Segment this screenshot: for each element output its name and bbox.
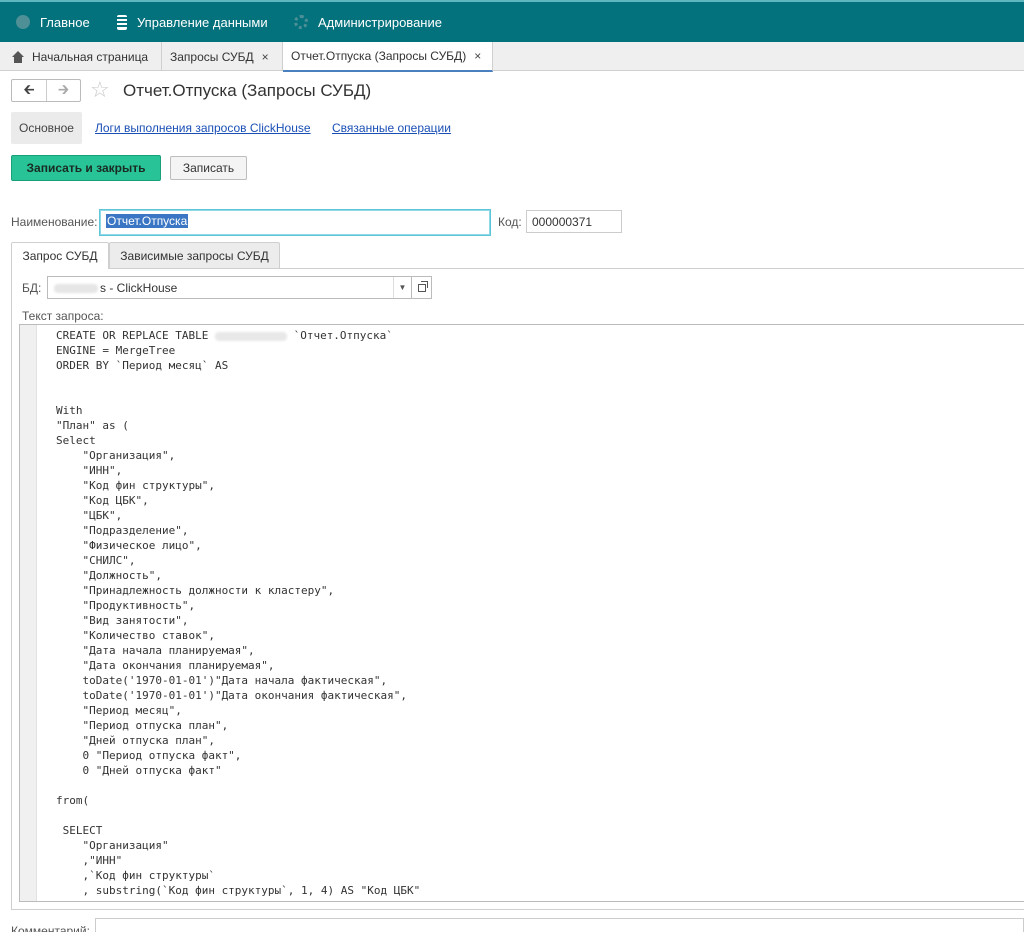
code-line: toDate('1970-01-01')"Дата окончания факт… <box>56 689 407 702</box>
close-icon[interactable]: × <box>474 49 481 63</box>
editor-gutter <box>20 325 37 901</box>
top-menu-bar: Главное Управление данными Администриров… <box>0 0 1024 42</box>
code-line: "ИНН", <box>56 464 123 477</box>
tab-home[interactable]: Начальная страница <box>0 42 162 71</box>
query-text: CREATE OR REPLACE TABLE `Отчет.Отпуска` … <box>56 328 420 898</box>
open-icon[interactable] <box>412 276 432 299</box>
menu-item-label: Администрирование <box>318 14 442 30</box>
code-line: "Организация" <box>56 839 169 852</box>
code-line: "Дней отпуска план", <box>56 734 215 747</box>
code-line: "Количество ставок", <box>56 629 215 642</box>
redacted-text <box>54 284 98 294</box>
code-line: Select <box>56 434 96 447</box>
page-title: Отчет.Отпуска (Запросы СУБД) <box>123 81 372 100</box>
code-line: ENGINE = MergeTree <box>56 344 176 357</box>
tab-dbms-queries[interactable]: Запросы СУБД × <box>162 42 283 71</box>
home-circle-icon <box>16 15 30 29</box>
code-line: "Период отпуска план", <box>56 719 229 732</box>
redacted-text <box>214 331 287 341</box>
tab-dependent-queries[interactable]: Зависимые запросы СУБД <box>109 242 280 268</box>
code-line: "Код ЦБК", <box>56 494 149 507</box>
gear-icon <box>294 15 308 29</box>
code-line: "Вид занятости", <box>56 614 189 627</box>
code-line: "План" as ( <box>56 419 129 432</box>
code-line: With <box>56 404 83 417</box>
menu-item-label: Главное <box>40 14 90 30</box>
query-text-editor[interactable]: CREATE OR REPLACE TABLE `Отчет.Отпуска` … <box>19 324 1024 902</box>
link-related-operations[interactable]: Связанные операции <box>332 121 451 135</box>
code-line: "Физическое лицо", <box>56 539 202 552</box>
save-button[interactable]: Записать <box>170 156 247 180</box>
code-line: "Продуктивность", <box>56 599 196 612</box>
name-label: Наименование: <box>11 215 98 229</box>
open-tabs-bar: Начальная страница Запросы СУБД × Отчет.… <box>0 42 1024 72</box>
code-line: ,"ИНН" <box>56 854 123 867</box>
code-line-suffix: `Отчет.Отпуска` <box>286 329 393 342</box>
code-line: , substring(`Код фин структуры`, 1, 4) A… <box>56 884 421 897</box>
code-line: "Код фин структуры", <box>56 479 215 492</box>
menu-item-label: Управление данными <box>137 14 268 30</box>
query-text-label: Текст запроса: <box>22 309 104 323</box>
forward-arrow-icon[interactable]: 🡲 <box>45 80 80 101</box>
code-line: "Принадлежность должности к кластеру", <box>56 584 335 597</box>
db-label: БД: <box>22 281 42 295</box>
tab-label: Запросы СУБД <box>170 49 254 64</box>
code-line: "Должность", <box>56 569 162 582</box>
code-line: "ЦБК", <box>56 509 123 522</box>
menu-item-main[interactable]: Главное <box>16 2 90 42</box>
database-icon <box>117 14 127 30</box>
code-line: toDate('1970-01-01')"Дата начала фактиче… <box>56 674 388 687</box>
star-icon[interactable]: ☆ <box>90 78 110 102</box>
code-line: "Период месяц", <box>56 704 182 717</box>
code-line: ,`Код фин структуры` <box>56 869 215 882</box>
code-field[interactable]: 000000371 <box>526 210 622 233</box>
navigation-buttons: 🡰 🡲 <box>11 79 81 102</box>
tab-label: Отчет.Отпуска (Запросы СУБД) <box>291 49 467 63</box>
menu-item-data-management[interactable]: Управление данными <box>117 2 268 42</box>
code-line: "Дата начала планируемая", <box>56 644 255 657</box>
name-value: Отчет.Отпуска <box>106 214 189 228</box>
code-line: 0 "Дней отпуска факт" <box>56 764 222 777</box>
comment-field[interactable] <box>95 918 1024 932</box>
back-arrow-icon[interactable]: 🡰 <box>12 80 46 101</box>
code-line: "СНИЛС", <box>56 554 136 567</box>
link-clickhouse-logs[interactable]: Логи выполнения запросов ClickHouse <box>95 121 311 135</box>
code-line: ORDER BY `Период месяц` AS <box>56 359 229 372</box>
db-value: s - ClickHouse <box>100 281 178 295</box>
tab-report-vacations[interactable]: Отчет.Отпуска (Запросы СУБД) × <box>283 42 493 72</box>
menu-item-administration[interactable]: Администрирование <box>294 2 442 42</box>
section-main[interactable]: Основное <box>11 112 82 144</box>
db-select[interactable]: s - ClickHouse ▼ <box>47 276 412 299</box>
code-line: from( <box>56 794 90 807</box>
name-field[interactable]: Отчет.Отпуска <box>99 209 491 236</box>
code-line: "Дата окончания планируемая", <box>56 659 275 672</box>
code-line: CREATE OR REPLACE TABLE <box>56 329 215 342</box>
code-label: Код: <box>498 215 522 229</box>
code-line: "Организация", <box>56 449 176 462</box>
home-icon <box>12 50 24 63</box>
tab-label: Начальная страница <box>32 49 149 64</box>
comment-label: Комментарий: <box>11 924 90 932</box>
chevron-down-icon[interactable]: ▼ <box>393 277 411 298</box>
save-and-close-button[interactable]: Записать и закрыть <box>11 155 161 181</box>
code-line: "Подразделение", <box>56 524 189 537</box>
close-icon[interactable]: × <box>262 50 269 64</box>
code-line: 0 "Период отпуска факт", <box>56 749 242 762</box>
code-line: SELECT <box>56 824 103 837</box>
tab-dbms-query[interactable]: Запрос СУБД <box>11 242 109 269</box>
